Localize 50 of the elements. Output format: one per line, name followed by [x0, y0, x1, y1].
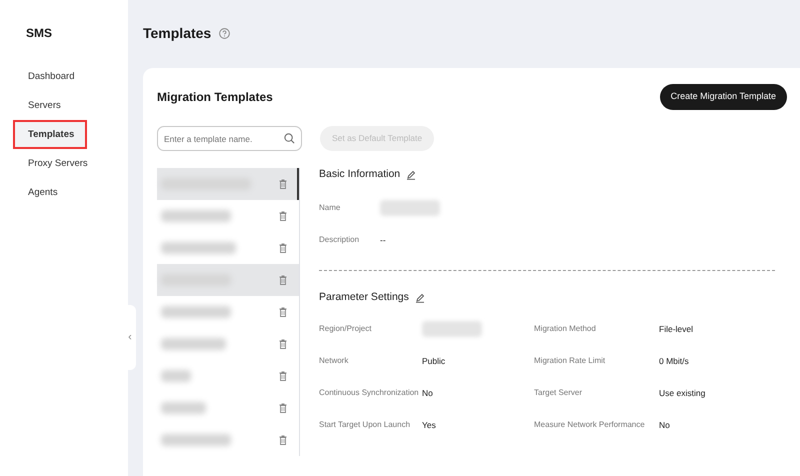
redacted-name — [161, 402, 206, 414]
redacted-name — [161, 434, 231, 446]
trash-icon[interactable] — [279, 275, 287, 285]
card-title: Migration Templates — [157, 89, 273, 106]
field-label: Migration Method — [534, 323, 597, 335]
field-value: No — [659, 418, 670, 432]
app-title: SMS — [25, 25, 54, 42]
field-value: Yes — [422, 418, 436, 432]
section-title: Basic Information — [319, 167, 400, 182]
redacted-name — [161, 338, 226, 350]
field-label: Name — [319, 202, 342, 214]
trash-icon[interactable] — [279, 371, 287, 381]
edit-icon[interactable] — [414, 293, 425, 303]
field-label: Region/Project — [319, 323, 372, 335]
redacted-name — [161, 370, 191, 382]
sidebar-item[interactable]: Templates — [13, 120, 87, 149]
sidebar-item[interactable]: Proxy Servers — [13, 149, 128, 178]
section-title: Parameter Settings — [319, 290, 409, 306]
trash-icon[interactable] — [279, 179, 287, 189]
field-label: Description — [319, 234, 360, 246]
redacted-name — [161, 210, 231, 222]
field-label: Network — [319, 355, 350, 367]
trash-icon[interactable] — [279, 339, 287, 349]
trash-icon[interactable] — [279, 435, 287, 445]
redacted-name — [161, 306, 231, 318]
field-label: Start Target Upon Launch — [319, 419, 412, 431]
create-template-button[interactable]: Create Migration Template — [660, 84, 787, 110]
trash-icon[interactable] — [279, 403, 287, 413]
field-value: No — [422, 386, 433, 400]
edit-icon[interactable] — [406, 170, 416, 180]
page-title: Templates — [143, 24, 212, 43]
field-value: 0 Mbit/s — [659, 354, 689, 368]
sidebar-item[interactable]: Dashboard — [13, 62, 128, 91]
search-icon — [284, 133, 295, 144]
search-field[interactable]: Enter a template name. — [157, 126, 302, 151]
field-value: Use existing — [659, 386, 706, 400]
field-value: Public — [422, 354, 446, 368]
field-label: Continuous Synchronization — [319, 387, 420, 399]
field-label: Measure Network Performance — [534, 419, 646, 431]
field-label: Target Server — [534, 387, 584, 399]
sidebar-item[interactable]: Servers — [13, 91, 128, 120]
field-value: File-level — [659, 322, 694, 336]
help-icon[interactable] — [219, 28, 230, 38]
trash-icon[interactable] — [279, 211, 287, 221]
trash-icon[interactable] — [279, 243, 287, 253]
template-item[interactable] — [157, 168, 299, 200]
sidebar-item[interactable]: Agents — [13, 178, 128, 207]
field-value: -- — [380, 234, 386, 246]
field-label: Migration Rate Limit — [534, 355, 606, 367]
trash-icon[interactable] — [279, 307, 287, 317]
